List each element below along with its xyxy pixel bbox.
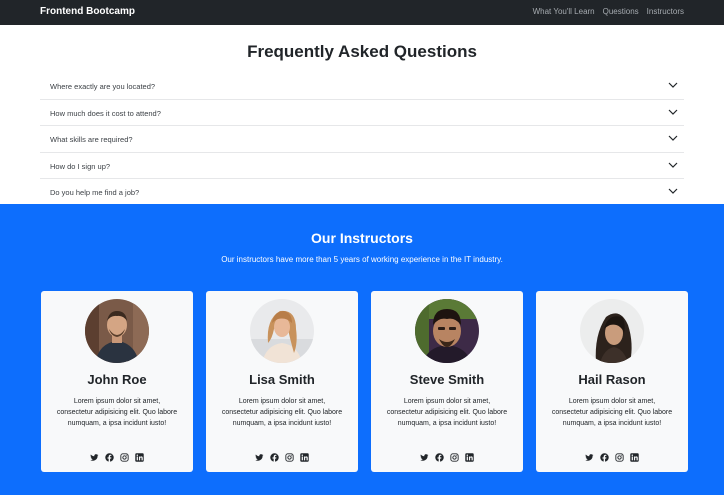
twitter-icon[interactable] xyxy=(420,453,429,462)
faq-question: How much does it cost to attend? xyxy=(50,108,161,118)
social-links xyxy=(371,453,523,462)
avatar xyxy=(85,299,149,363)
instructor-name: Steve Smith xyxy=(409,372,485,387)
instructor-card: Steve Smith Lorem ipsum dolor sit amet, … xyxy=(371,291,523,472)
instructor-bio: Lorem ipsum dolor sit amet, consectetur … xyxy=(551,398,673,427)
avatar xyxy=(580,299,644,363)
chevron-down-icon xyxy=(668,135,678,141)
instagram-icon[interactable] xyxy=(615,453,624,462)
avatar xyxy=(250,299,314,363)
instructor-card: John Roe Lorem ipsum dolor sit amet, con… xyxy=(41,291,193,472)
facebook-icon[interactable] xyxy=(105,453,114,462)
instructor-name: Lisa Smith xyxy=(249,372,315,387)
instructor-name: Hail Rason xyxy=(578,372,646,387)
instructors-title: Our Instructors xyxy=(311,230,413,246)
instructors-section: Our Instructors Our instructors have mor… xyxy=(0,204,724,495)
instructor-card: Hail Rason Lorem ipsum dolor sit amet, c… xyxy=(536,291,688,472)
faq-title: Frequently Asked Questions xyxy=(247,42,477,61)
faq-question: Where exactly are you located? xyxy=(50,82,156,91)
linkedin-icon[interactable] xyxy=(465,453,474,462)
nav-link-instructors[interactable]: Instructors xyxy=(647,7,684,16)
faq-item-cost[interactable]: How much does it cost to attend? xyxy=(40,100,684,126)
faq-item-job[interactable]: Do you help me find a job? xyxy=(40,179,684,206)
faq-item-location[interactable]: Where exactly are you located? xyxy=(40,73,684,100)
chevron-down-icon xyxy=(668,82,678,88)
instagram-icon[interactable] xyxy=(285,453,294,462)
instructor-name: John Roe xyxy=(87,372,147,387)
social-links xyxy=(206,453,358,462)
instructor-bio: Lorem ipsum dolor sit amet, consectetur … xyxy=(386,398,508,427)
instagram-icon[interactable] xyxy=(450,453,459,462)
linkedin-icon[interactable] xyxy=(135,453,144,462)
facebook-icon[interactable] xyxy=(435,453,444,462)
faq-question: Do you help me find a job? xyxy=(50,188,140,197)
faq-accordion: Where exactly are you located? How much … xyxy=(40,73,684,206)
instructor-card: Lisa Smith Lorem ipsum dolor sit amet, c… xyxy=(206,291,358,472)
avatar xyxy=(415,299,479,363)
faq-item-signup[interactable]: How do I sign up? xyxy=(40,153,684,179)
twitter-icon[interactable] xyxy=(90,453,99,462)
faq-question: How do I sign up? xyxy=(50,161,111,171)
chevron-down-icon xyxy=(668,162,678,168)
brand-link[interactable]: Frontend Bootcamp xyxy=(40,6,135,17)
social-links xyxy=(536,453,688,462)
linkedin-icon[interactable] xyxy=(300,453,309,462)
instructor-bio: Lorem ipsum dolor sit amet, consectetur … xyxy=(221,398,343,427)
instructors-subtitle: Our instructors have more than 5 years o… xyxy=(221,255,503,264)
twitter-icon[interactable] xyxy=(585,453,594,462)
faq-item-skills[interactable]: What skills are required? xyxy=(40,126,684,153)
twitter-icon[interactable] xyxy=(255,453,264,462)
social-links xyxy=(41,453,193,462)
instructor-bio: Lorem ipsum dolor sit amet, consectetur … xyxy=(56,398,178,427)
instagram-icon[interactable] xyxy=(120,453,129,462)
chevron-down-icon xyxy=(668,109,678,115)
facebook-icon[interactable] xyxy=(600,453,609,462)
chevron-down-icon xyxy=(668,188,678,194)
nav-link-questions[interactable]: Questions xyxy=(603,7,639,16)
nav-link-what-youll-learn[interactable]: What You'll Learn xyxy=(533,7,595,16)
nav-links: What You'll Learn Questions Instructors xyxy=(533,7,684,16)
top-navbar: Frontend Bootcamp What You'll Learn Ques… xyxy=(0,0,724,25)
linkedin-icon[interactable] xyxy=(630,453,639,462)
faq-question: What skills are required? xyxy=(50,135,133,144)
facebook-icon[interactable] xyxy=(270,453,279,462)
